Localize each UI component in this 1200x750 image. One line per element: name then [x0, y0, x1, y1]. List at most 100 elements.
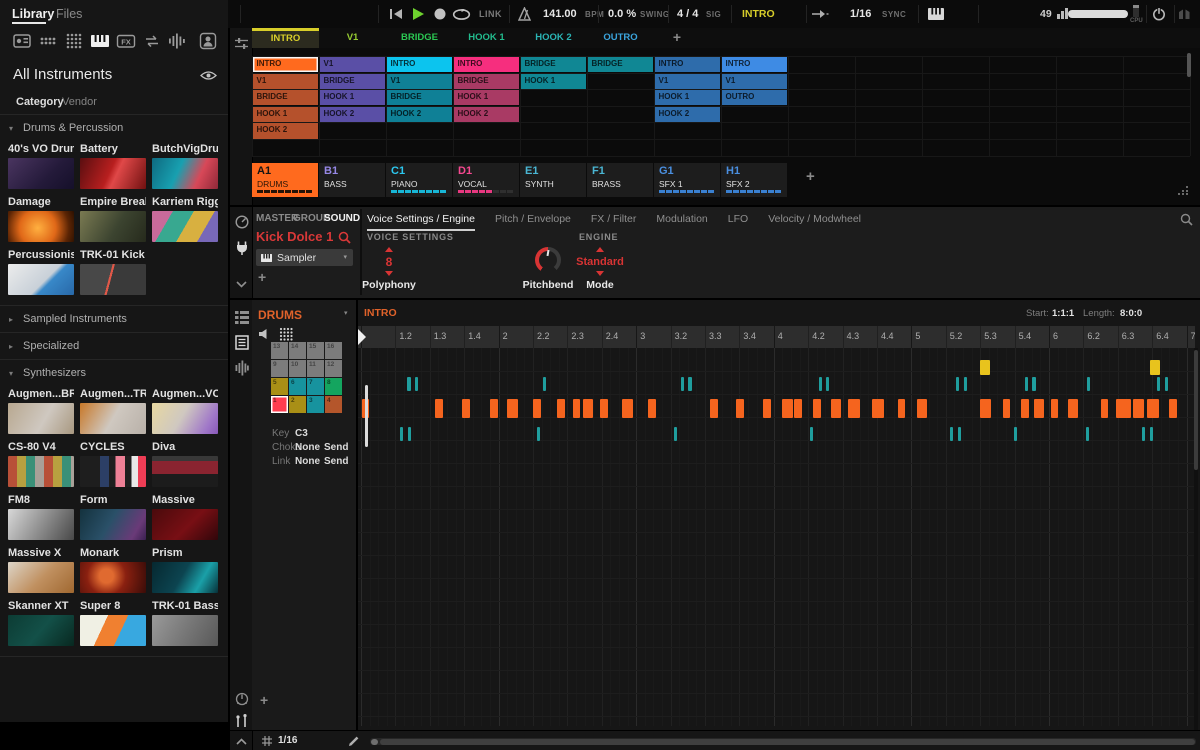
pattern-cell-drums-hook-1[interactable]: HOOK 1 — [253, 107, 319, 122]
library-item-massive[interactable]: Massive — [152, 494, 218, 540]
note-perc[interactable] — [537, 427, 540, 441]
maschine-hardware-icon[interactable] — [12, 31, 32, 51]
record-icon[interactable] — [434, 8, 446, 20]
library-item-damage[interactable]: Damage — [8, 196, 74, 242]
library-item-augmen-brass[interactable]: Augmen...BRASS — [8, 388, 74, 434]
pattern-cell-piano-v1[interactable]: V1 — [387, 74, 453, 89]
pattern-cell-piano-bridge[interactable]: BRIDGE — [387, 90, 453, 105]
audio-engine-power-icon[interactable] — [1152, 7, 1166, 21]
step-grid-icon[interactable] — [262, 736, 272, 746]
resize-grip-icon[interactable] — [1178, 186, 1190, 195]
note-hat[interactable] — [407, 377, 410, 391]
note-kick[interactable] — [462, 399, 470, 418]
group-synth[interactable]: E1SYNTH — [520, 163, 586, 197]
library-item-form[interactable]: Form — [80, 494, 146, 540]
pad-1[interactable]: 1 — [271, 396, 288, 413]
mode-down-arrow[interactable] — [596, 271, 604, 276]
pattern-cell-piano-intro[interactable]: INTRO — [387, 57, 453, 72]
restart-icon[interactable] — [390, 9, 402, 19]
step-grid-value[interactable]: 1/16 — [278, 735, 297, 746]
pattern-cell-drums-intro[interactable]: INTRO — [253, 57, 319, 72]
pattern-cell-bass-hook-2[interactable]: HOOK 2 — [320, 107, 386, 122]
note-kick[interactable] — [813, 399, 821, 418]
polyphony-down-arrow[interactable] — [385, 271, 393, 276]
pattern-cell-sfx-1-hook-1[interactable]: HOOK 1 — [655, 90, 721, 105]
group-drums[interactable]: A1DRUMS — [252, 163, 318, 197]
scope-tab-master[interactable]: MASTER — [256, 213, 298, 224]
pad-9[interactable]: 9 — [271, 360, 288, 377]
pad-8[interactable]: 8 — [325, 378, 342, 395]
note-kick[interactable] — [490, 399, 498, 418]
scene-tab-intro[interactable]: INTRO — [252, 28, 319, 48]
drumkit-filter-icon[interactable] — [64, 31, 84, 51]
note-perc[interactable] — [1014, 427, 1017, 441]
playhead-icon[interactable] — [358, 329, 366, 345]
note-hat[interactable] — [681, 377, 684, 391]
pattern-cell-drums-hook-2[interactable]: HOOK 2 — [253, 123, 319, 138]
note-hat[interactable] — [826, 377, 829, 391]
add-sound-button[interactable]: + — [260, 692, 268, 708]
note-kick[interactable] — [980, 399, 990, 418]
scene-tab-bridge[interactable]: BRIDGE — [386, 28, 453, 48]
note-perc[interactable] — [1142, 427, 1145, 441]
pad-12[interactable]: 12 — [325, 360, 342, 377]
user-content-icon[interactable] — [198, 31, 218, 51]
sound-search-icon[interactable] — [338, 231, 351, 244]
note-perc[interactable] — [958, 427, 961, 441]
mode-value[interactable]: Standard — [560, 256, 640, 268]
pattern-cell-vocal-intro[interactable]: INTRO — [454, 57, 520, 72]
pattern-cell-sfx-2-v1[interactable]: V1 — [722, 74, 788, 89]
pattern-cell-sfx-1-hook-2[interactable]: HOOK 2 — [655, 107, 721, 122]
pad-3[interactable]: 3 — [307, 396, 324, 413]
add-group-button[interactable]: + — [806, 168, 815, 185]
loops-filter-icon[interactable] — [142, 31, 162, 51]
polyphony-value[interactable]: 8 — [369, 255, 409, 269]
note-accent[interactable] — [980, 360, 990, 375]
group-sfx-1[interactable]: G1SFX 1 — [654, 163, 720, 197]
play-icon[interactable] — [413, 8, 424, 20]
piano-roll[interactable] — [230, 300, 1200, 730]
pattern-cell-piano-hook-2[interactable]: HOOK 2 — [387, 107, 453, 122]
note-kick[interactable] — [1169, 399, 1177, 418]
note-perc[interactable] — [810, 427, 813, 441]
library-item-cycles[interactable]: CYCLES — [80, 441, 146, 487]
note-perc[interactable] — [1086, 427, 1089, 441]
pattern-cell-sfx-1-intro[interactable]: INTRO — [655, 57, 721, 72]
note-hat[interactable] — [1157, 377, 1160, 391]
swing-value[interactable]: 0.0 % — [608, 8, 636, 20]
note-kick[interactable] — [1068, 399, 1078, 418]
control-tab-modulation[interactable]: Modulation — [656, 213, 707, 231]
note-hat[interactable] — [688, 377, 691, 391]
pattern-start-value[interactable]: 1:1:1 — [1052, 308, 1074, 319]
scene-tab-hook-2[interactable]: HOOK 2 — [520, 28, 587, 48]
library-item-cs-80-v4[interactable]: CS-80 V4 — [8, 441, 74, 487]
note-kick[interactable] — [763, 399, 771, 418]
audio-view-icon[interactable] — [235, 360, 249, 376]
pattern-cell-sfx-2-outro[interactable]: OUTRO — [722, 90, 788, 105]
note-kick[interactable] — [507, 399, 517, 418]
follow-playhead-icon[interactable] — [812, 9, 829, 19]
speaker-icon[interactable] — [259, 329, 270, 339]
control-tab-fx-filter[interactable]: FX / Filter — [591, 213, 637, 231]
library-item-trk-01-kick[interactable]: TRK-01 Kick — [80, 249, 146, 295]
expand-editor-chevron-icon[interactable] — [236, 738, 247, 745]
note-kick[interactable] — [1133, 399, 1143, 418]
note-kick[interactable] — [600, 399, 608, 418]
editor-pattern-name[interactable]: INTRO — [364, 307, 397, 319]
library-item-super-8[interactable]: Super 8 — [80, 600, 146, 646]
group-sfx-2[interactable]: H1SFX 2 — [721, 163, 787, 197]
note-kick[interactable] — [794, 399, 802, 418]
arrange-view-icon[interactable] — [235, 311, 249, 324]
mode-up-arrow[interactable] — [596, 247, 604, 252]
note-kick[interactable] — [1123, 399, 1131, 418]
pattern-cell-drums-v1[interactable]: V1 — [253, 74, 319, 89]
note-kick[interactable] — [917, 399, 927, 418]
library-item-fm8[interactable]: FM8 — [8, 494, 74, 540]
group-piano[interactable]: C1PIANO — [386, 163, 452, 197]
note-perc[interactable] — [1150, 427, 1153, 441]
plugin-plug-icon[interactable] — [235, 240, 249, 255]
samples-filter-icon[interactable] — [166, 31, 186, 51]
note-hat[interactable] — [415, 377, 418, 391]
library-item-massive-x[interactable]: Massive X — [8, 547, 74, 593]
pattern-cell-vocal-bridge[interactable]: BRIDGE — [454, 74, 520, 89]
